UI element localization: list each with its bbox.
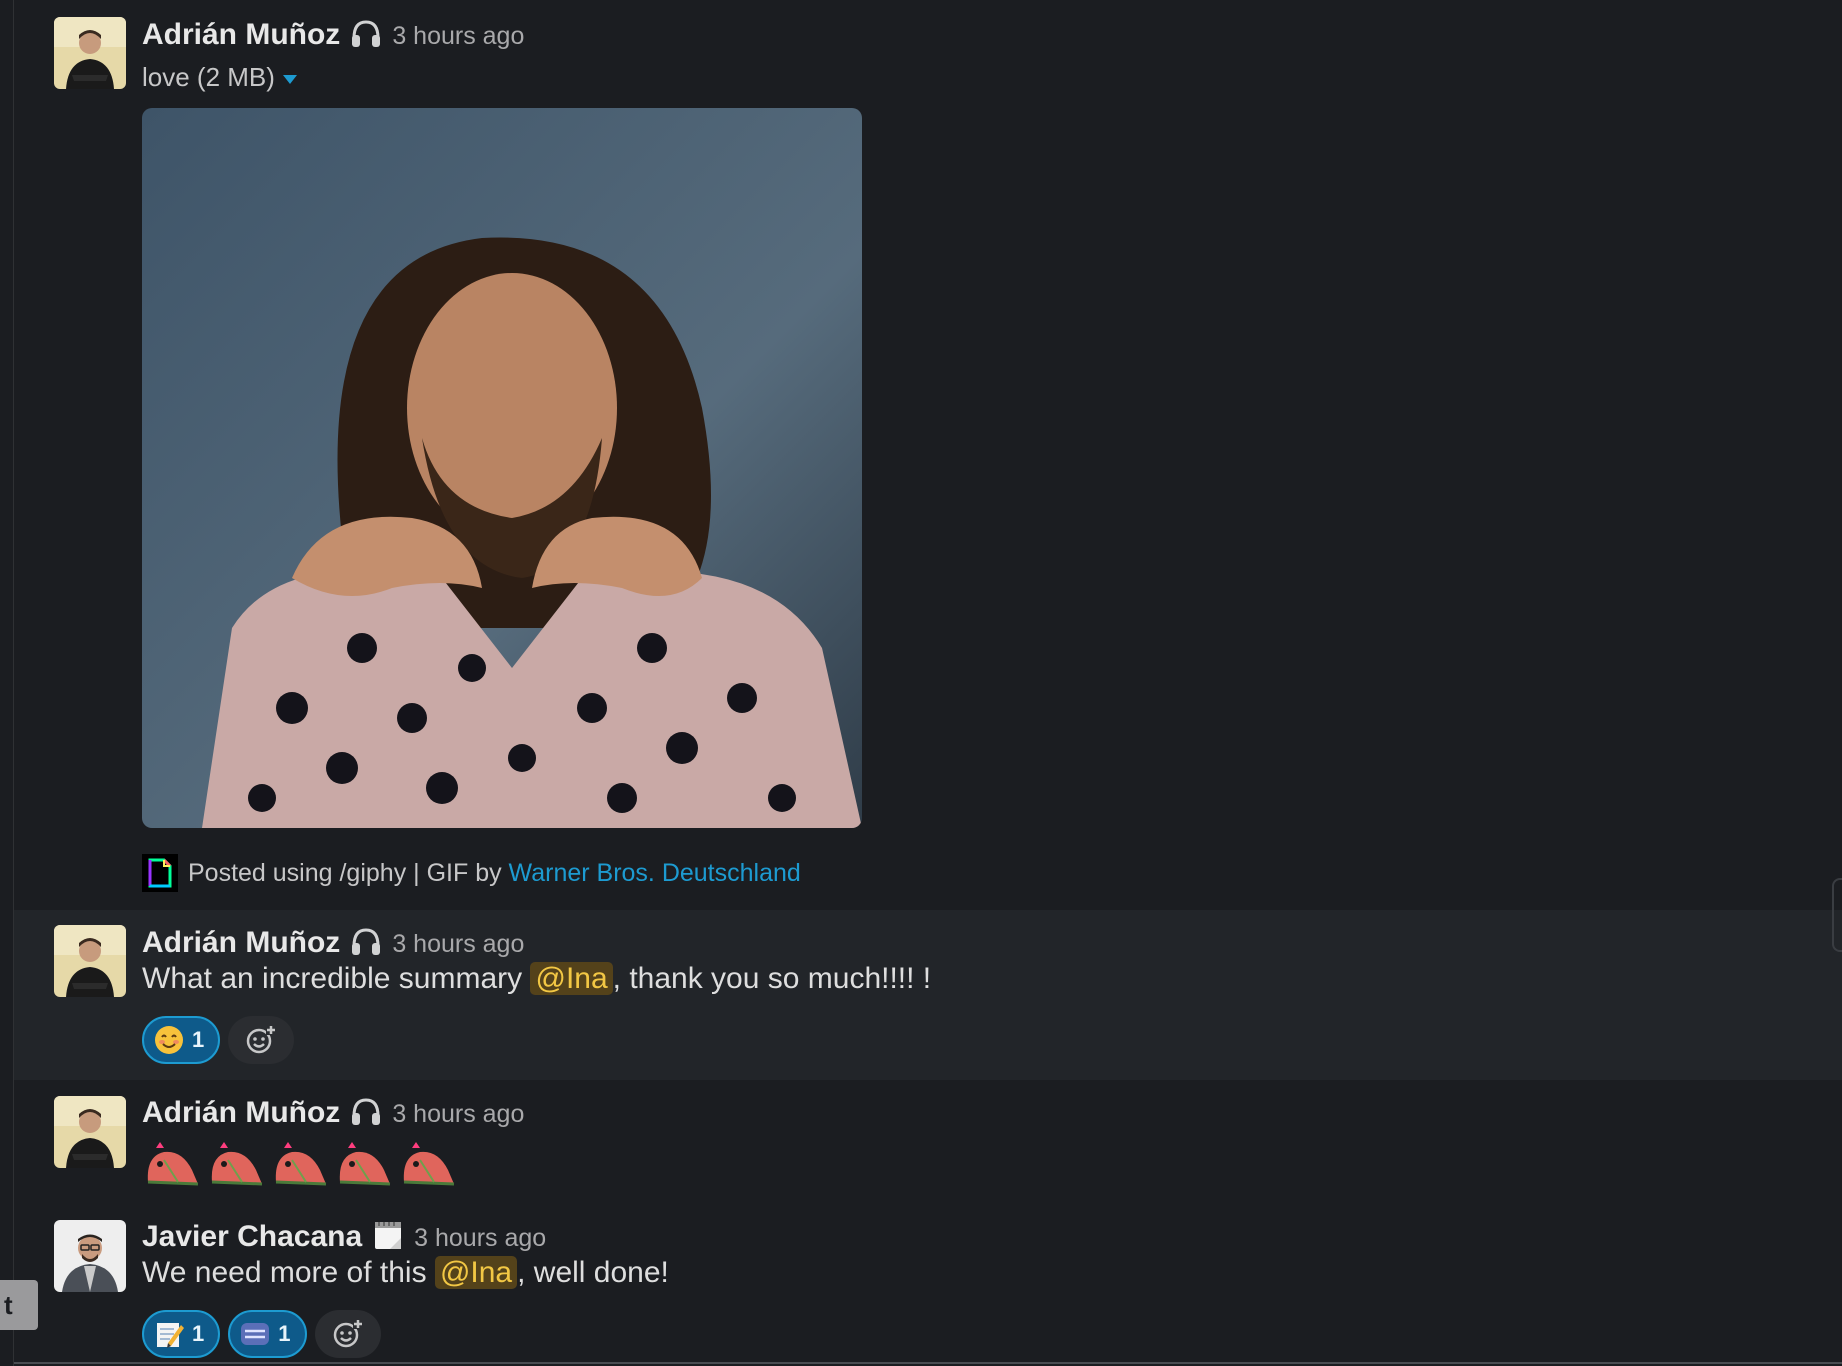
reaction-count: 1 [192, 1321, 205, 1346]
message-header: Adrián Muñoz 3 hours ago [142, 14, 524, 52]
text-segment: , thank you so much!!!! ! [612, 962, 932, 995]
file-name: love (2 MB) [142, 62, 275, 92]
reaction-memo[interactable]: 1 [142, 1310, 221, 1358]
party-parrot-emoji [275, 1142, 327, 1186]
memo-emoji-icon [157, 1323, 184, 1348]
timestamp[interactable]: 3 hours ago [392, 22, 524, 51]
text-segment: , well done! [517, 1256, 669, 1289]
add-reaction-button[interactable] [314, 1310, 381, 1358]
gif-image[interactable] [142, 108, 862, 828]
left-rail [0, 0, 14, 1366]
thank-you-emoji-icon [241, 1323, 270, 1345]
blush-emoji-icon [155, 1026, 183, 1054]
reaction-thank-you[interactable]: 1 [228, 1310, 307, 1358]
author-name[interactable]: Javier Chacana [142, 1220, 362, 1254]
add-reaction-icon [247, 1024, 278, 1054]
author-name[interactable]: Adrián Muñoz [142, 926, 340, 960]
chevron-down-icon [282, 74, 297, 84]
message-header: Adrián Muñoz 3 hours ago [142, 922, 524, 960]
party-parrot-emoji [403, 1142, 455, 1186]
calendar-icon [372, 1220, 404, 1250]
resize-handle[interactable] [1832, 878, 1842, 952]
timestamp[interactable]: 3 hours ago [392, 930, 524, 959]
message-header: Adrián Muñoz 3 hours ago [142, 1092, 524, 1130]
party-parrot-emoji [147, 1142, 199, 1186]
avatar-adrian[interactable] [54, 1096, 126, 1168]
giphy-logo-icon [142, 854, 178, 892]
message-3: Adrián Muñoz 3 hours ago [14, 1080, 1842, 1204]
reaction-count: 1 [192, 1027, 205, 1052]
message-1: Adrián Muñoz 3 hours ago love (2 MB) Pos… [14, 0, 1842, 908]
message-2: Adrián Muñoz 3 hours ago What an incredi… [14, 910, 1842, 1080]
author-name[interactable]: Adrián Muñoz [142, 18, 340, 52]
message-4: Javier Chacana 3 hours ago We need more … [14, 1204, 1842, 1364]
divider [14, 1362, 1842, 1364]
avatar-adrian[interactable] [54, 17, 126, 89]
timestamp[interactable]: 3 hours ago [392, 1100, 524, 1129]
reaction-blush[interactable]: 1 [142, 1016, 221, 1064]
message-feed: Adrián Muñoz 3 hours ago love (2 MB) Pos… [14, 0, 1842, 1366]
attribution-text: Posted using /giphy | GIF by [188, 858, 509, 887]
reaction-bar: 1 [142, 1016, 295, 1064]
party-parrot-emoji [211, 1142, 263, 1186]
giphy-attribution: Posted using /giphy | GIF by Warner Bros… [142, 854, 801, 892]
avatar-javier[interactable] [54, 1220, 126, 1292]
user-mention[interactable]: @Ina [434, 1256, 518, 1289]
message-text: What an incredible summary @Ina, thank y… [142, 962, 931, 996]
text-segment: What an incredible summary [142, 962, 531, 995]
avatar-adrian[interactable] [54, 925, 126, 997]
user-mention[interactable]: @Ina [530, 962, 613, 995]
reaction-count: 1 [278, 1321, 291, 1346]
reaction-bar: 1 1 [142, 1310, 381, 1358]
message-header: Javier Chacana 3 hours ago [142, 1216, 546, 1254]
timestamp[interactable]: 3 hours ago [414, 1224, 546, 1253]
gif-author-link[interactable]: Warner Bros. Deutschland [509, 859, 801, 887]
text-segment: We need more of this [142, 1256, 435, 1289]
headphones-icon [350, 18, 382, 48]
headphones-icon [350, 1096, 382, 1126]
add-reaction-button[interactable] [228, 1016, 295, 1064]
headphones-icon [350, 926, 382, 956]
add-reaction-icon [333, 1318, 364, 1348]
file-name-toggle[interactable]: love (2 MB) [142, 62, 297, 93]
side-tab[interactable]: t [0, 1280, 38, 1330]
author-name[interactable]: Adrián Muñoz [142, 1096, 340, 1130]
emoji-message [142, 1142, 460, 1188]
message-text: We need more of this @Ina, well done! [142, 1256, 669, 1290]
party-parrot-emoji [339, 1142, 391, 1186]
